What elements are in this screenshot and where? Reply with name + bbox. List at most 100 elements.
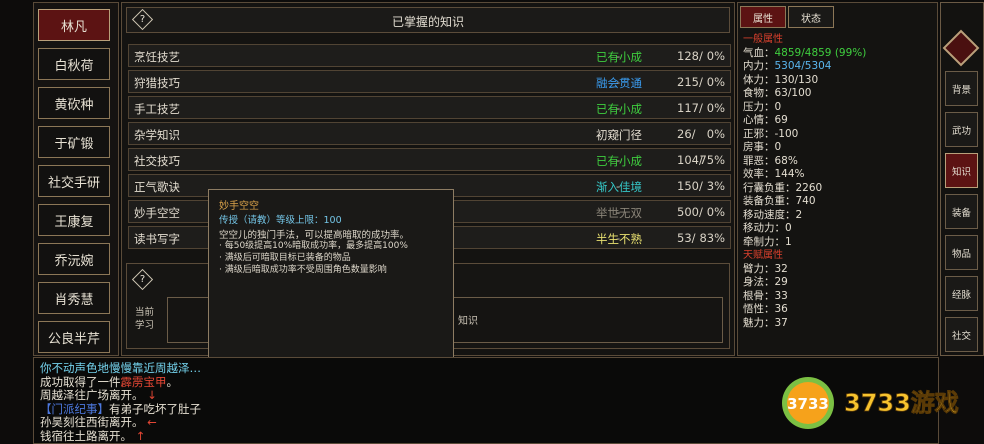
attr-value: 33 [774,289,788,302]
knowledge-percent: 75% [699,153,725,167]
character-button[interactable]: 乔沅婉 [38,243,110,275]
attr-value: 740 [795,195,816,207]
attr-row: 罪恶：68% [743,155,928,169]
attr-value: -100 [774,127,799,140]
attribute-panel: 属性 状态 一般属性 气血：4859/4859 (99%) 内力：5304/5304… [737,2,938,356]
knowledge-progress: 117/ [677,101,703,115]
character-button[interactable]: 黄砍种 [38,87,110,119]
attr-value: 4859/4859 (99%) [774,46,867,59]
nav-button[interactable]: 经脉 [945,276,978,311]
tab-attributes[interactable]: 属性 [740,6,786,28]
knowledge-percent: 0% [706,205,725,219]
knowledge-level: 半生不熟 [596,232,642,246]
study-hint: 知识 [458,316,478,327]
attr-row: 根骨：33 [743,290,928,304]
knowledge-progress: 26/ [677,127,696,141]
watermark-left: 3733 [787,395,829,413]
attr-row: 正邪：-100 [743,128,928,142]
knowledge-name: 狩猎技巧 [134,76,180,90]
character-button[interactable]: 白秋荷 [38,48,110,80]
character-button[interactable]: 肖秀慧 [38,282,110,314]
character-button[interactable]: 林凡 [38,9,110,41]
tab-status[interactable]: 状态 [788,6,834,28]
character-button[interactable]: 王康复 [38,204,110,236]
attr-value: 68% [774,154,798,167]
knowledge-header: ? 已掌握的知识 [126,7,730,33]
attr-value: 2260 [795,181,823,194]
log-segment: ↑ [132,428,146,443]
knowledge-row[interactable]: 手工技艺 - 已有小成 117/0% [128,96,731,119]
knowledge-progress: 500/ [677,205,703,219]
knowledge-name: 正气歌诀 [134,180,180,194]
attr-key: 食物： [743,87,775,99]
attr-key: 移动力： [743,222,785,234]
attr-value: 29 [774,276,788,288]
attribute-list: 一般属性 气血：4859/4859 (99%) 内力：5304/5304 体力：130… [743,33,928,330]
attr-value: 63/100 [774,87,812,99]
attr-key: 悟性： [743,303,775,315]
nav-button[interactable]: 背景 [945,71,978,106]
menu-diamond-button[interactable] [942,29,980,67]
attr-row: 食物：63/100 [743,87,928,101]
study-help-icon[interactable]: ? [131,268,154,291]
log-segment: 钱宿往土路离开。 [40,428,132,443]
knowledge-row[interactable]: 杂学知识 - 初窥门径 26/0% [128,122,731,145]
tooltip-subtitle: 传授（请教）等级上限：100 [219,215,342,226]
character-button[interactable]: 社交手研 [38,165,110,197]
log-segment: ← [143,415,157,429]
attr-key: 魅力： [743,316,775,329]
attr-key: 臂力： [743,262,775,275]
nav-button[interactable]: 物品 [945,235,978,270]
nav-button[interactable]: 装备 [945,194,978,229]
character-list: 林凡白秋荷黄砍种于矿锻社交手研王康复乔沅婉肖秀慧公良半芹 [33,2,119,356]
knowledge-name: 手工技艺 [134,102,180,116]
knowledge-percent: 0% [706,101,725,115]
nav-button[interactable]: 社交 [945,317,978,352]
attr-value: 0 [774,100,782,113]
attr-row: 心情：69 [743,114,928,128]
knowledge-name: 社交技巧 [134,154,180,168]
attr-row: 悟性：36 [743,303,928,317]
knowledge-level: 渐入佳境 [596,180,642,194]
attr-row: 压力：0 [743,101,928,115]
attr-key: 装备负重： [743,195,796,207]
attr-value: 36 [774,303,788,315]
talent-attr-title: 天赋属性 [743,250,783,261]
knowledge-level: 已有小成 [596,102,642,116]
knowledge-percent: 0% [706,127,725,141]
study-label-learn: 学习 [135,320,155,331]
knowledge-row[interactable]: 社交技巧 - 已有小成 104/75% [128,148,731,171]
attr-value: 144% [774,168,805,180]
attr-value: 1 [785,235,792,248]
attr-row: 房事：0 [743,141,928,155]
attr-row: 魅力：37 [743,317,928,331]
watermark-logo: 3733 3733游戏 [782,377,959,429]
attr-row: 气血：4859/4859 (99%) [743,47,928,61]
nav-button[interactable]: 知识 [945,153,978,188]
character-button[interactable]: 于矿锻 [38,126,110,158]
attr-key: 内力： [743,60,775,72]
attr-row: 移动力：0 [743,222,928,236]
tooltip-title: 妙手空空 [219,201,259,212]
nav-button[interactable]: 武功 [945,112,978,147]
tooltip-bullets: · 每50级提高10%暗取成功率，最多提高100% · 满级后可暗取目标已装备的… [219,240,408,276]
knowledge-row[interactable]: 狩猎技巧 - 融会贯通 215/0% [128,70,731,93]
general-attr-title: 一般属性 [743,34,783,45]
knowledge-row[interactable]: 烹饪技艺 - 已有小成 128/0% [128,44,731,67]
character-button[interactable]: 公良半芹 [38,321,110,353]
attr-key: 效率： [743,168,775,180]
attr-value: 32 [774,262,788,275]
attr-value: 130/130 [774,73,819,86]
tooltip-bullet: · 满级后暗取成功率不受周围角色数量影响 [219,265,387,275]
attr-row: 行囊负重：2260 [743,182,928,196]
log-segment: 。 [166,374,179,389]
knowledge-percent: 3% [706,179,725,193]
attr-row: 臂力：32 [743,263,928,277]
knowledge-name: 读书写字 [134,232,180,246]
knowledge-level: 已有小成 [596,154,642,168]
attr-key: 根骨： [743,289,775,302]
attr-value: 0 [785,222,792,234]
study-label-current: 当前 [135,307,155,318]
knowledge-title: 已掌握的知识 [391,15,464,29]
knowledge-progress: 150/ [677,179,703,193]
